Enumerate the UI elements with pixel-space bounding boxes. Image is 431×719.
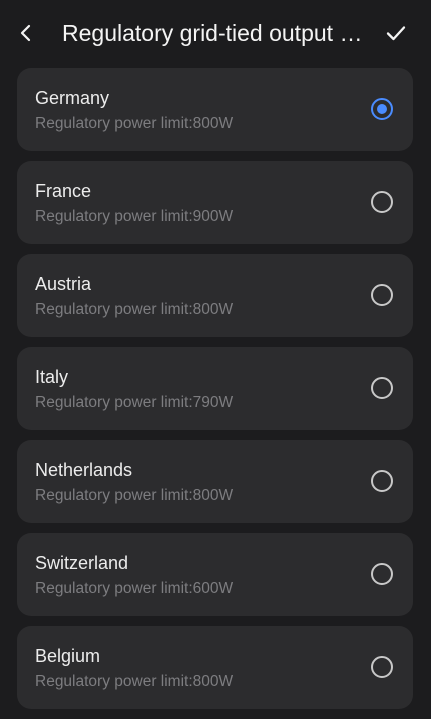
- country-option-switzerland[interactable]: Switzerland Regulatory power limit:600W: [17, 533, 413, 616]
- country-option-france[interactable]: France Regulatory power limit:900W: [17, 161, 413, 244]
- power-limit-text: Regulatory power limit:790W: [35, 394, 234, 411]
- back-button[interactable]: [10, 17, 42, 49]
- power-limit-text: Regulatory power limit:800W: [35, 487, 234, 504]
- country-name: France: [35, 181, 92, 201]
- country-name: Switzerland: [35, 553, 129, 573]
- radio-button[interactable]: [371, 656, 393, 678]
- country-option-belgium[interactable]: Belgium Regulatory power limit:800W: [17, 626, 413, 709]
- check-icon: [386, 26, 406, 41]
- country-option-austria[interactable]: Austria Regulatory power limit:800W: [17, 254, 413, 337]
- page-title: Regulatory grid-tied output power: [62, 20, 370, 46]
- power-limit-text: Regulatory power limit:900W: [35, 208, 234, 225]
- country-option-netherlands[interactable]: Netherlands Regulatory power limit:800W: [17, 440, 413, 523]
- app-bar: Regulatory grid-tied output power: [0, 0, 431, 66]
- radio-button[interactable]: [371, 377, 393, 399]
- power-limit-text: Regulatory power limit:800W: [35, 301, 234, 318]
- radio-button[interactable]: [371, 284, 393, 306]
- country-name: Germany: [35, 88, 110, 108]
- country-list: Germany Regulatory power limit:800W Fran…: [17, 68, 413, 719]
- country-option-italy[interactable]: Italy Regulatory power limit:790W: [17, 347, 413, 430]
- country-name: Italy: [35, 367, 69, 387]
- chevron-left-icon: [20, 24, 31, 42]
- confirm-button[interactable]: [380, 17, 412, 49]
- radio-button[interactable]: [371, 563, 393, 585]
- radio-button[interactable]: [371, 470, 393, 492]
- power-limit-text: Regulatory power limit:600W: [35, 580, 234, 597]
- power-limit-text: Regulatory power limit:800W: [35, 673, 234, 690]
- radio-button[interactable]: [371, 98, 393, 120]
- country-name: Austria: [35, 274, 92, 294]
- country-option-germany[interactable]: Germany Regulatory power limit:800W: [17, 68, 413, 151]
- radio-button[interactable]: [371, 191, 393, 213]
- country-name: Belgium: [35, 646, 101, 666]
- country-name: Netherlands: [35, 460, 133, 480]
- power-limit-text: Regulatory power limit:800W: [35, 115, 234, 132]
